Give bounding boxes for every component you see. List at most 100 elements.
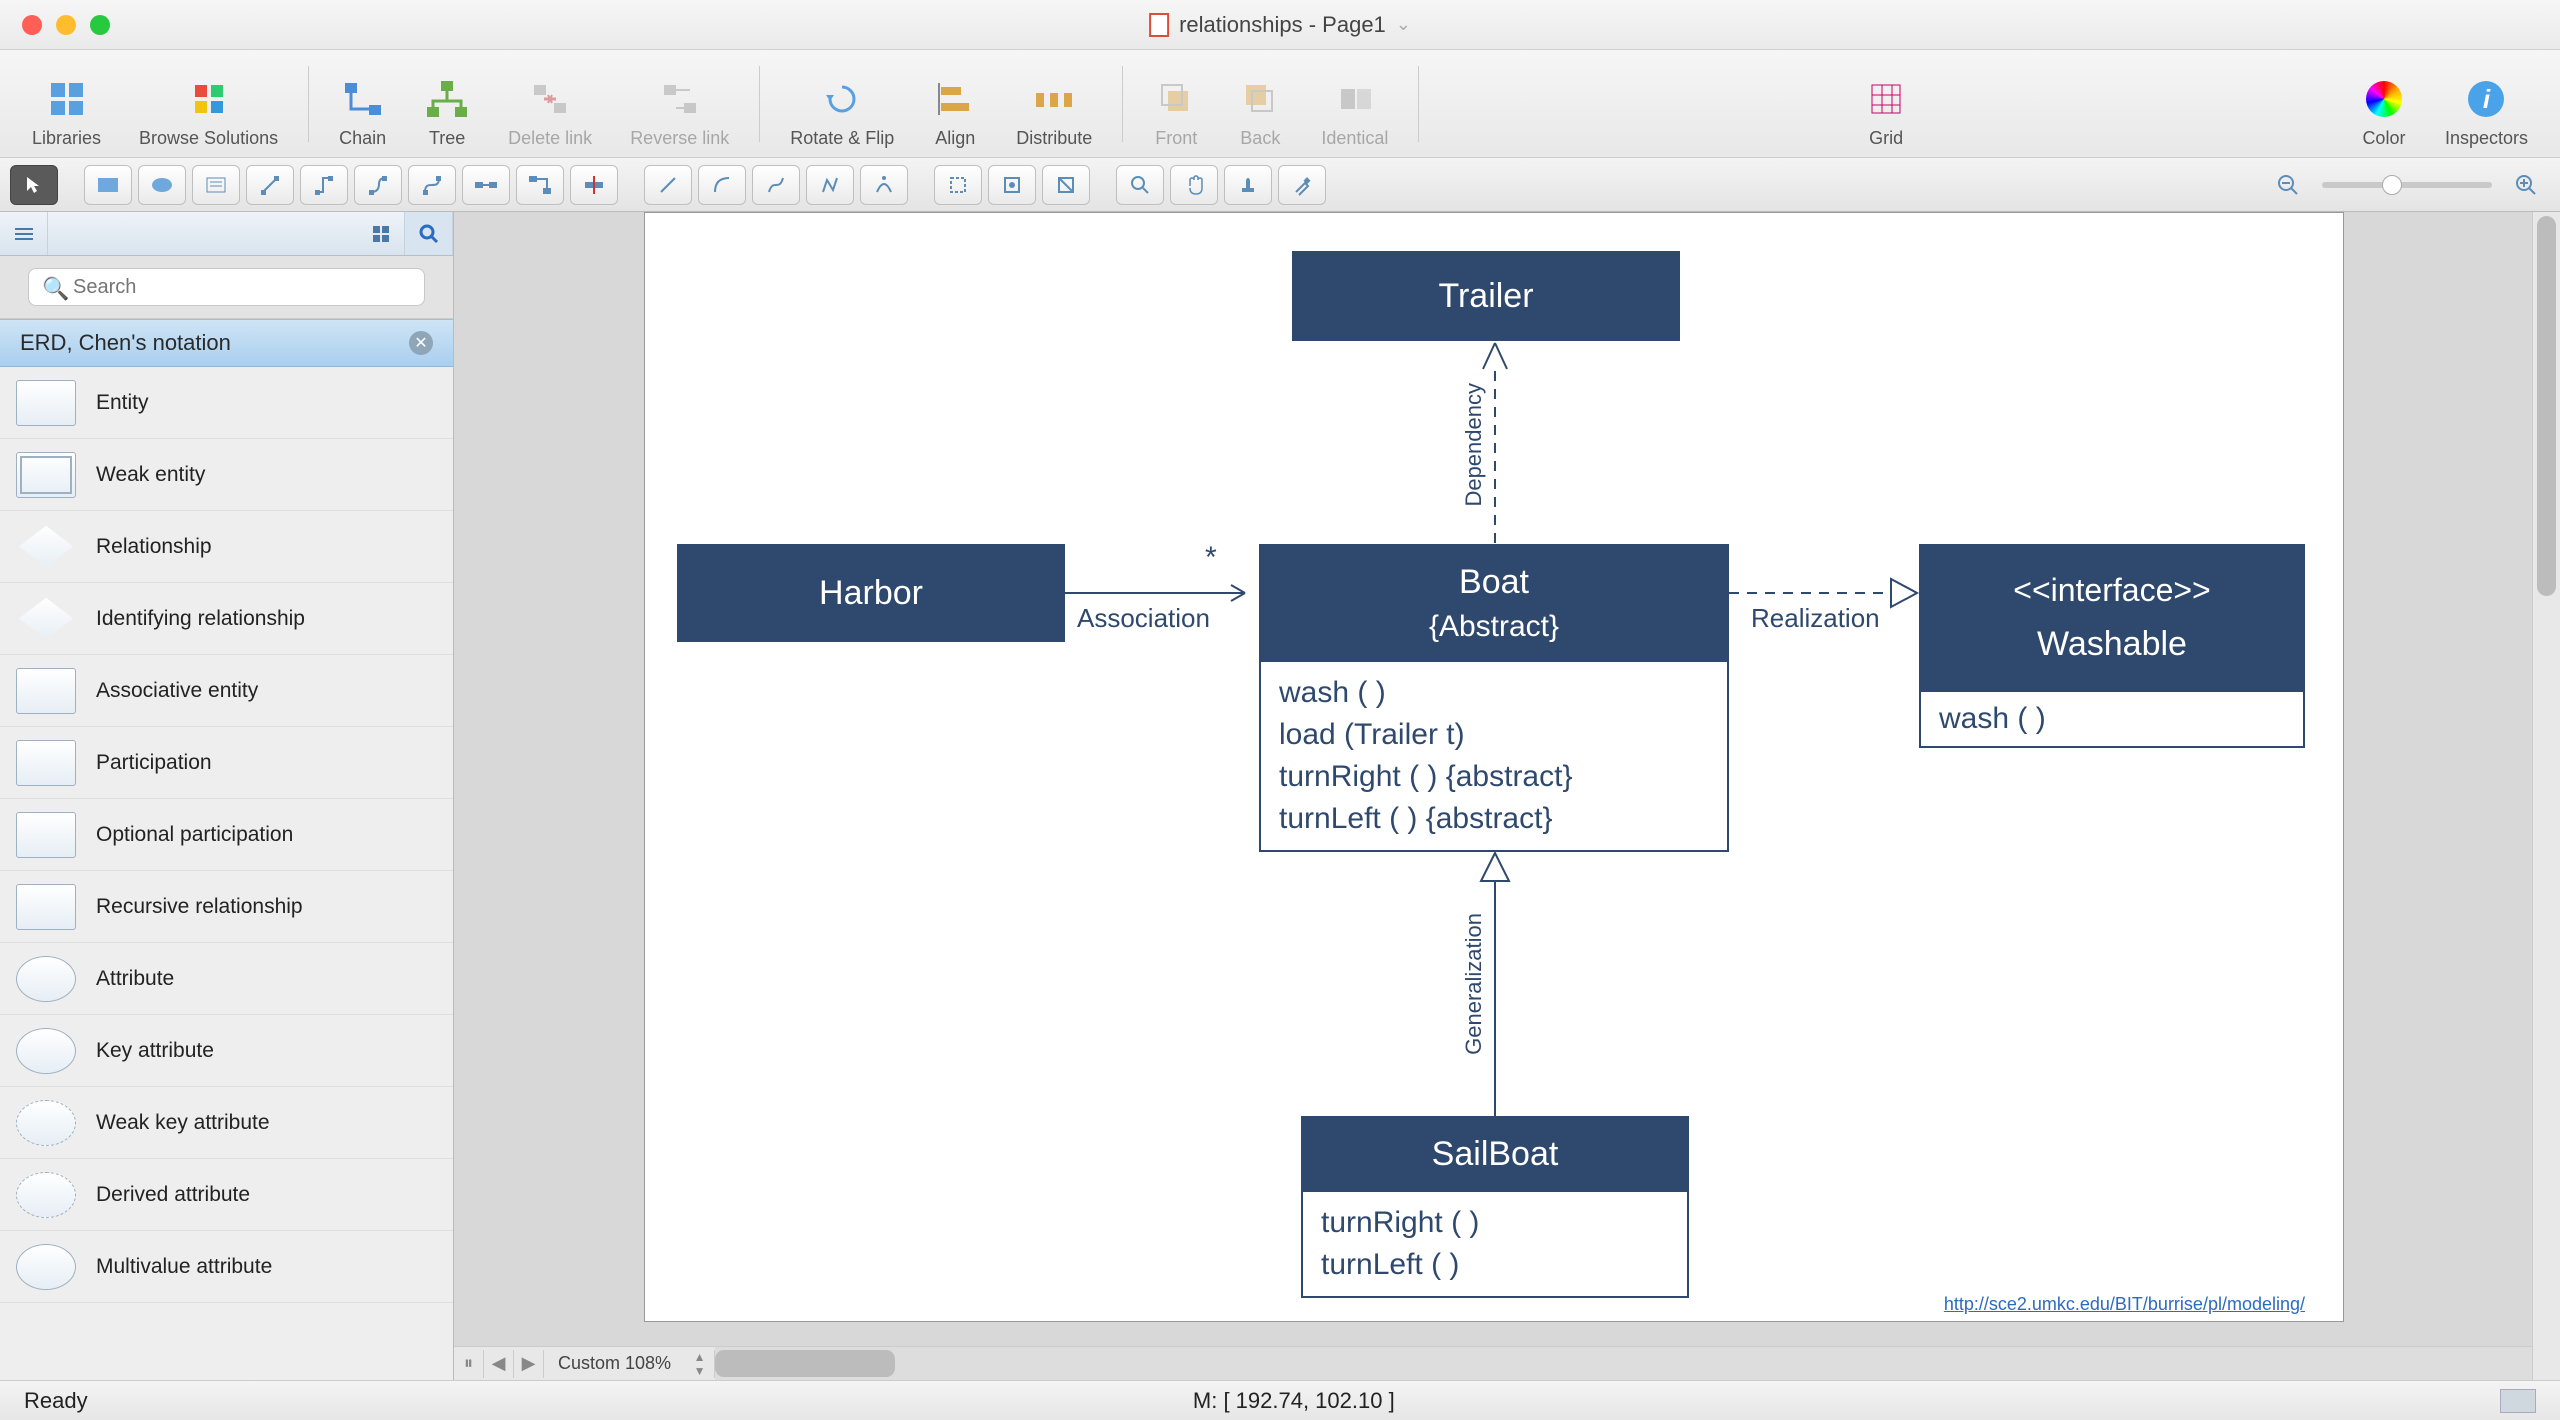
canvas[interactable]: Trailer Harbor Boat {Abstract} wash ( ) …	[644, 212, 2344, 1322]
tb-label: Chain	[339, 128, 386, 149]
uml-class-sailboat[interactable]: SailBoat	[1301, 1116, 1689, 1192]
tool-zoom[interactable]	[1116, 165, 1164, 205]
view-list-icon[interactable]	[0, 212, 48, 255]
tb-inspectors[interactable]: iInspectors	[2431, 50, 2542, 157]
tb-back: Back	[1223, 50, 1297, 157]
view-grid-icon[interactable]	[357, 212, 405, 255]
tb-align[interactable]: Align	[918, 50, 992, 157]
tool-arc[interactable]	[698, 165, 746, 205]
close-icon[interactable]	[22, 15, 42, 35]
tool-text[interactable]	[192, 165, 240, 205]
next-page-icon[interactable]: ▶	[514, 1350, 544, 1378]
zoom-stepper[interactable]: ▲▼	[685, 1350, 715, 1378]
tb-chain[interactable]: Chain	[325, 50, 400, 157]
uml-methods-boat[interactable]: wash ( ) load (Trailer t) turnRight ( ) …	[1259, 662, 1729, 852]
tb-libraries[interactable]: Libraries	[18, 50, 115, 157]
uml-class-harbor[interactable]: Harbor	[677, 544, 1065, 642]
tool-crop[interactable]	[934, 165, 982, 205]
method: turnLeft ( )	[1321, 1244, 1669, 1286]
tb-label: Delete link	[508, 128, 592, 149]
tool-ellipse[interactable]	[138, 165, 186, 205]
library-item[interactable]: Multivalue attribute	[0, 1231, 453, 1303]
presentation-icon[interactable]	[2500, 1389, 2536, 1413]
zoom-label[interactable]: Custom 108%	[544, 1353, 685, 1374]
pause-icon[interactable]: ⏸	[454, 1350, 484, 1378]
titlebar: relationships - Page1 ⌄	[0, 0, 2560, 50]
tb-label: Identical	[1321, 128, 1388, 149]
separator	[759, 66, 760, 142]
tb-label: Libraries	[32, 128, 101, 149]
tb-tree[interactable]: Tree	[410, 50, 484, 157]
uml-methods-sailboat[interactable]: turnRight ( ) turnLeft ( )	[1301, 1192, 1689, 1298]
library-item[interactable]: Optional participation	[0, 799, 453, 871]
view-search-icon[interactable]	[405, 212, 453, 255]
edge-label: Association	[1077, 603, 1210, 634]
uml-interface-washable[interactable]: <<interface>> Washable	[1919, 544, 2305, 692]
zoom-in-icon[interactable]	[2502, 165, 2550, 205]
tb-distribute[interactable]: Distribute	[1002, 50, 1106, 157]
close-icon[interactable]: ✕	[409, 331, 433, 355]
library-item[interactable]: Key attribute	[0, 1015, 453, 1087]
tb-grid[interactable]: Grid	[1849, 50, 1923, 157]
tool-conn-5[interactable]	[462, 165, 510, 205]
library-item[interactable]: Derived attribute	[0, 1159, 453, 1231]
tool-stamp[interactable]	[1224, 165, 1272, 205]
tool-edit-1[interactable]	[988, 165, 1036, 205]
maximize-icon[interactable]	[90, 15, 110, 35]
tool-conn-1[interactable]	[246, 165, 294, 205]
zoom-slider[interactable]	[2322, 182, 2492, 188]
source-link[interactable]: http://sce2.umkc.edu/BIT/burrise/pl/mode…	[1944, 1294, 2305, 1315]
search-input[interactable]	[28, 268, 425, 306]
edge-label: Generalization	[1461, 913, 1487, 1055]
library-item[interactable]: Recursive relationship	[0, 871, 453, 943]
library-item[interactable]: Attribute	[0, 943, 453, 1015]
vertical-scrollbar[interactable]	[2532, 212, 2560, 1380]
library-item[interactable]: Entity	[0, 367, 453, 439]
item-label: Attribute	[96, 967, 174, 991]
library-item[interactable]: Participation	[0, 727, 453, 799]
window-title[interactable]: relationships - Page1 ⌄	[1149, 12, 1411, 38]
tool-rect[interactable]	[84, 165, 132, 205]
tool-hand[interactable]	[1170, 165, 1218, 205]
uml-class-boat[interactable]: Boat {Abstract}	[1259, 544, 1729, 662]
library-item[interactable]: Relationship	[0, 511, 453, 583]
tool-eyedropper[interactable]	[1278, 165, 1326, 205]
tool-pointer[interactable]	[10, 165, 58, 205]
tb-rotate-flip[interactable]: Rotate & Flip	[776, 50, 908, 157]
tool-conn-2[interactable]	[300, 165, 348, 205]
library-item[interactable]: Weak entity	[0, 439, 453, 511]
tool-line[interactable]	[644, 165, 692, 205]
library-title: ERD, Chen's notation	[20, 330, 231, 356]
tool-spline[interactable]	[752, 165, 800, 205]
tool-poly[interactable]	[806, 165, 854, 205]
item-label: Associative entity	[96, 679, 258, 703]
tool-conn-3[interactable]	[354, 165, 402, 205]
method: wash ( )	[1279, 672, 1709, 714]
tool-conn-4[interactable]	[408, 165, 456, 205]
main-toolbar: Libraries Browse Solutions Chain Tree De…	[0, 50, 2560, 158]
tool-edit-2[interactable]	[1042, 165, 1090, 205]
tb-browse[interactable]: Browse Solutions	[125, 50, 292, 157]
zoom-out-icon[interactable]	[2264, 165, 2312, 205]
separator	[1418, 66, 1419, 142]
item-label: Identifying relationship	[96, 607, 305, 631]
separator	[308, 66, 309, 142]
tb-color[interactable]: Color	[2347, 50, 2421, 157]
library-item[interactable]: Associative entity	[0, 655, 453, 727]
horizontal-scrollbar[interactable]	[715, 1347, 2532, 1380]
uml-methods-washable[interactable]: wash ( )	[1919, 692, 2305, 748]
status-left: Ready	[24, 1388, 88, 1414]
tool-conn-6[interactable]	[516, 165, 564, 205]
class-name: SailBoat	[1303, 1127, 1687, 1182]
uml-class-trailer[interactable]: Trailer	[1292, 251, 1680, 341]
class-stereotype: {Abstract}	[1261, 602, 1727, 652]
library-item[interactable]: Identifying relationship	[0, 583, 453, 655]
tool-bezier[interactable]	[860, 165, 908, 205]
tool-conn-7[interactable]	[570, 165, 618, 205]
library-item[interactable]: Weak key attribute	[0, 1087, 453, 1159]
method: wash ( )	[1939, 702, 2285, 736]
minimize-icon[interactable]	[56, 15, 76, 35]
canvas-area: Trailer Harbor Boat {Abstract} wash ( ) …	[454, 212, 2560, 1380]
prev-page-icon[interactable]: ◀	[484, 1350, 514, 1378]
library-header[interactable]: ERD, Chen's notation ✕	[0, 319, 453, 367]
